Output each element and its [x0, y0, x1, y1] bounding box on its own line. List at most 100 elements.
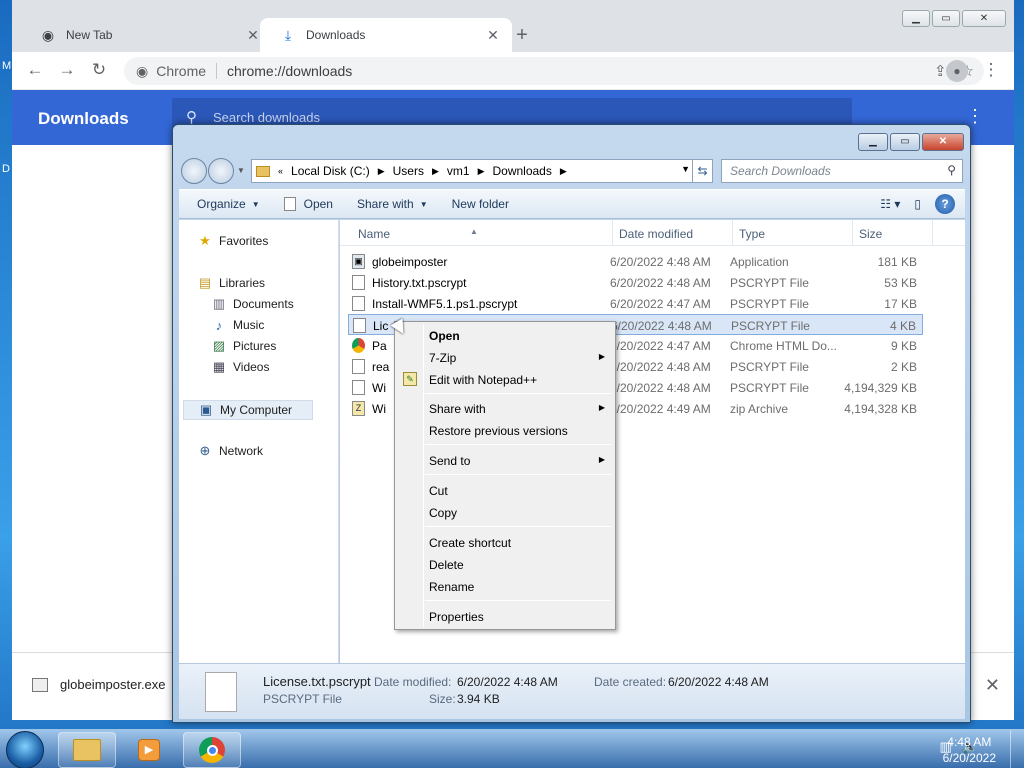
breadcrumb-downloads[interactable]: Downloads: [492, 164, 551, 178]
clock-time: 4:48 AM: [947, 735, 992, 749]
breadcrumb-separator-icon[interactable]: ▶: [378, 166, 385, 177]
nav-music[interactable]: ♪ Music: [211, 317, 265, 333]
help-icon[interactable]: ?: [935, 194, 955, 214]
file-row[interactable]: Install-WMF5.1.ps1.pscrypt 6/20/2022 4:4…: [348, 293, 923, 314]
nav-label: Favorites: [219, 234, 269, 248]
tab-new-tab[interactable]: ◉ New Tab ✕: [20, 18, 272, 52]
share-icon[interactable]: ⇪: [934, 62, 947, 80]
search-placeholder: Search downloads: [213, 109, 320, 125]
nav-label: Documents: [233, 297, 294, 311]
nav-favorites[interactable]: ★ Favorites: [197, 233, 269, 248]
breadcrumb-vm1[interactable]: vm1: [447, 164, 470, 178]
notepad-plus-plus-icon: ✎: [403, 372, 417, 386]
details-date-modified-label: Date modified:: [374, 675, 452, 689]
taskbar-media-player-button[interactable]: ▶: [120, 732, 178, 768]
address-bar[interactable]: ◉ Chrome chrome://downloads ⇪ ☆: [124, 57, 984, 85]
back-arrow-icon[interactable]: ←: [24, 60, 46, 82]
refresh-icon[interactable]: ⇆: [692, 160, 712, 182]
close-shelf-icon[interactable]: ✕: [985, 675, 1000, 696]
address-dropdown-icon[interactable]: ▼: [681, 164, 690, 174]
nav-documents[interactable]: ▥ Documents: [211, 296, 294, 311]
music-icon: ♪: [215, 317, 223, 333]
nav-my-computer[interactable]: ▣ My Computer: [183, 400, 314, 420]
new-tab-button[interactable]: +: [510, 24, 534, 48]
menu-item-rename[interactable]: Rename: [397, 576, 613, 597]
nav-libraries[interactable]: ▤ Libraries: [197, 275, 266, 290]
minimize-button[interactable]: ▁: [902, 10, 930, 27]
taskbar: ▶ ▥ 🔈 4:48 AM 6/20/2022: [0, 729, 1024, 768]
explorer-address-bar[interactable]: « Local Disk (C:) ▶ Users ▶ vm1 ▶ Downlo…: [251, 159, 713, 183]
forward-arrow-icon[interactable]: →: [56, 60, 78, 82]
column-header-date-modified[interactable]: Date modified: [619, 227, 693, 241]
close-window-button[interactable]: ✕: [962, 10, 1006, 27]
menu-item-send-to[interactable]: Send to ▶: [397, 450, 613, 471]
show-desktop-button[interactable]: [1010, 730, 1024, 768]
menu-item-delete[interactable]: Delete: [397, 554, 613, 575]
menu-item-create-shortcut[interactable]: Create shortcut: [397, 532, 613, 553]
profile-avatar-icon[interactable]: ●: [946, 60, 968, 82]
menu-item-restore-previous-versions[interactable]: Restore previous versions: [397, 420, 613, 441]
address-row: ▼ « Local Disk (C:) ▶ Users ▶ vm1 ▶ Down…: [181, 158, 965, 184]
menu-item-copy[interactable]: Copy: [397, 502, 613, 523]
file-row[interactable]: ▣ globeimposter 6/20/2022 4:48 AM Applic…: [348, 251, 923, 272]
minimize-button[interactable]: ▁: [858, 133, 888, 151]
nav-videos[interactable]: ▦ Videos: [211, 359, 270, 374]
file-type: Chrome HTML Do...: [730, 339, 837, 353]
nav-label: Libraries: [219, 276, 266, 290]
breadcrumb-separator-icon[interactable]: ▶: [478, 166, 485, 177]
column-header-type[interactable]: Type: [739, 227, 765, 241]
file-size: 4,194,328 KB: [844, 402, 917, 416]
breadcrumb-overflow-icon[interactable]: «: [278, 166, 283, 176]
new-folder-button[interactable]: New folder: [440, 197, 521, 211]
chrome-icon: ◉: [41, 26, 55, 43]
organize-button[interactable]: Organize ▼: [179, 197, 272, 211]
forward-button[interactable]: [208, 158, 234, 184]
maximize-button[interactable]: ▭: [890, 133, 920, 151]
taskbar-chrome-button[interactable]: [183, 732, 241, 768]
back-button[interactable]: [181, 158, 207, 184]
start-button[interactable]: [6, 731, 44, 768]
file-type: Application: [730, 255, 789, 269]
breadcrumb-separator-icon[interactable]: ▶: [432, 166, 439, 177]
breadcrumb-separator-icon[interactable]: ▶: [560, 166, 567, 177]
close-tab-icon[interactable]: ✕: [484, 27, 502, 44]
menu-item-properties[interactable]: Properties: [397, 606, 613, 627]
preview-pane-icon[interactable]: ▯: [914, 197, 921, 211]
browser-menu-icon[interactable]: ⋮: [980, 60, 1002, 82]
reload-icon[interactable]: ↻: [88, 60, 110, 82]
column-header-size[interactable]: Size: [859, 227, 882, 241]
explorer-search-input[interactable]: Search Downloads ⚲: [721, 159, 963, 183]
menu-item-7zip[interactable]: 7-Zip ▶: [397, 347, 613, 368]
file-date: 6/20/2022 4:48 AM: [610, 360, 711, 374]
menu-item-cut[interactable]: Cut: [397, 480, 613, 501]
breadcrumb-local-disk[interactable]: Local Disk (C:): [291, 164, 370, 178]
clock[interactable]: 4:48 AM 6/20/2022: [943, 734, 996, 766]
download-shelf-item[interactable]: globeimposter.exe: [32, 677, 166, 692]
tab-downloads[interactable]: ⤓ Downloads ✕: [260, 18, 512, 52]
file-row[interactable]: History.txt.pscrypt 6/20/2022 4:48 AM PS…: [348, 272, 923, 293]
share-with-label: Share with: [356, 197, 414, 211]
search-icon: ⚲: [947, 163, 956, 177]
submenu-arrow-icon: ▶: [598, 455, 605, 464]
open-button[interactable]: Open: [272, 197, 345, 211]
file-size: 4,194,329 KB: [844, 381, 917, 395]
nav-pictures[interactable]: ▨ Pictures: [211, 338, 277, 353]
menu-item-edit-notepad[interactable]: ✎ Edit with Notepad++: [397, 369, 613, 390]
recent-pages-dropdown-icon[interactable]: ▼: [235, 158, 247, 184]
more-options-icon[interactable]: ⋮: [966, 106, 984, 127]
submenu-arrow-icon: ▶: [598, 403, 605, 412]
maximize-button[interactable]: ▭: [932, 10, 960, 27]
file-size: 53 KB: [884, 276, 917, 290]
menu-item-open[interactable]: Open: [397, 325, 613, 346]
breadcrumb-users[interactable]: Users: [393, 164, 424, 178]
column-header-name[interactable]: Name: [358, 227, 390, 241]
share-with-button[interactable]: Share with ▼: [345, 197, 440, 211]
file-type: zip Archive: [730, 402, 789, 416]
nav-network[interactable]: ⊕ Network: [197, 443, 263, 458]
view-options-icon[interactable]: ☷ ▾: [880, 197, 900, 211]
file-date: 6/20/2022 4:47 AM: [610, 339, 711, 353]
menu-item-share-with[interactable]: Share with ▶: [397, 398, 613, 419]
taskbar-explorer-button[interactable]: [58, 732, 116, 768]
file-size: 17 KB: [884, 297, 917, 311]
close-window-button[interactable]: ✕: [922, 133, 964, 151]
